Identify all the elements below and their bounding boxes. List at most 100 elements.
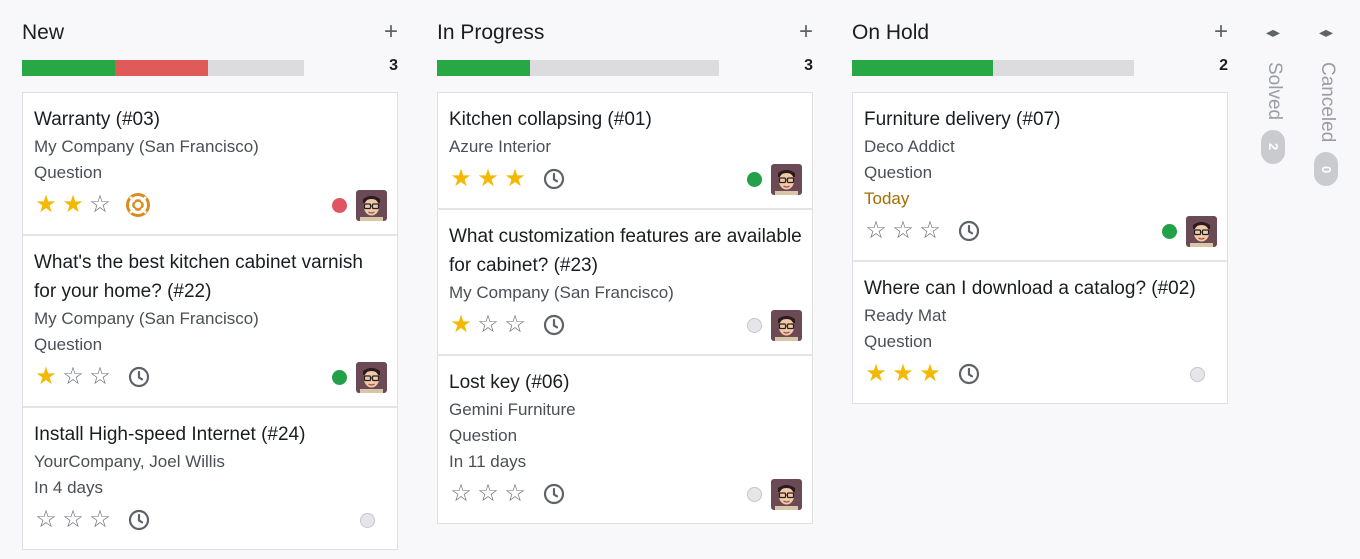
star-icon[interactable]: ★ <box>918 362 942 386</box>
card-detail: My Company (San Francisco) <box>449 283 674 302</box>
ticket-card[interactable]: Install High-speed Internet (#24) YourCom… <box>23 408 397 549</box>
star-icon[interactable]: ☆ <box>34 508 58 532</box>
card-detail: YourCompany, Joel Willis <box>34 452 225 471</box>
star-icon[interactable]: ★ <box>449 167 473 191</box>
priority-stars: ★ ☆ ☆ <box>34 365 112 389</box>
plus-icon[interactable]: + <box>384 20 398 44</box>
card-title: What customization features are availabl… <box>449 226 802 276</box>
star-icon[interactable]: ☆ <box>503 313 527 337</box>
priority-stars: ★ ☆ ☆ <box>449 313 527 337</box>
column-on-hold: On Hold +2 Furniture delivery (#07) Deco Ad… <box>852 18 1228 404</box>
progress-bar[interactable] <box>22 60 304 76</box>
status-dot[interactable] <box>332 370 347 385</box>
status-dot[interactable] <box>747 318 762 333</box>
plus-icon[interactable]: + <box>799 20 813 44</box>
star-icon[interactable]: ☆ <box>61 365 85 389</box>
card-detail: My Company (San Francisco) <box>34 137 259 156</box>
folded-column-label[interactable]: Solved <box>1261 62 1285 120</box>
card-footer: ★ ☆ ☆ <box>449 310 802 344</box>
star-icon[interactable]: ☆ <box>503 482 527 506</box>
card-title: What's the best kitchen cabinet varnish … <box>34 252 363 302</box>
folded-column-solved[interactable]: ◂▸ Solved 2 <box>1258 24 1288 165</box>
column-count: 3 <box>389 57 398 74</box>
ticket-card[interactable]: Warranty (#03) My Company (San Francisco)… <box>23 93 397 236</box>
lifebuoy-icon[interactable] <box>125 192 151 218</box>
priority-stars: ★ ★ ☆ <box>34 193 112 217</box>
clock-icon[interactable] <box>542 313 566 337</box>
deadline-label: Today <box>864 189 910 208</box>
star-icon[interactable]: ☆ <box>88 193 112 217</box>
avatar[interactable] <box>771 164 802 195</box>
star-icon[interactable]: ☆ <box>449 482 473 506</box>
column-count: 2 <box>1219 57 1228 74</box>
card-footer: ☆ ☆ ☆ <box>864 216 1217 250</box>
clock-icon[interactable] <box>542 167 566 191</box>
star-icon[interactable]: ★ <box>61 193 85 217</box>
star-icon[interactable]: ☆ <box>476 313 500 337</box>
priority-stars: ☆ ☆ ☆ <box>449 482 527 506</box>
progress-segment-green[interactable] <box>22 60 116 76</box>
clock-icon[interactable] <box>127 365 151 389</box>
avatar[interactable] <box>771 310 802 341</box>
plus-icon[interactable]: + <box>1214 20 1228 44</box>
ticket-card[interactable]: Furniture delivery (#07) Deco Addict Quest… <box>853 93 1227 262</box>
avatar[interactable] <box>771 479 802 510</box>
column-title: New <box>22 21 65 44</box>
avatar[interactable] <box>356 190 387 221</box>
card-detail: Question <box>34 163 103 182</box>
status-dot[interactable] <box>747 487 762 502</box>
clock-icon[interactable] <box>542 482 566 506</box>
progress-segment-green[interactable] <box>852 60 993 76</box>
status-dot[interactable] <box>1162 224 1177 239</box>
avatar[interactable] <box>356 362 387 393</box>
expand-arrows-icon[interactable]: ◂▸ <box>1311 24 1341 40</box>
star-icon[interactable]: ☆ <box>88 508 112 532</box>
expand-arrows-icon[interactable]: ◂▸ <box>1258 24 1288 40</box>
card-detail: Question <box>864 163 933 182</box>
progress-segment-red[interactable] <box>115 60 209 76</box>
status-dot[interactable] <box>332 198 347 213</box>
priority-stars: ☆ ☆ ☆ <box>34 508 112 532</box>
star-icon[interactable]: ★ <box>503 167 527 191</box>
star-icon[interactable]: ☆ <box>918 219 942 243</box>
star-icon[interactable]: ★ <box>34 193 58 217</box>
card-title: Furniture delivery (#07) <box>864 109 1061 130</box>
ticket-card[interactable]: What's the best kitchen cabinet varnish … <box>23 236 397 408</box>
star-icon[interactable]: ★ <box>34 365 58 389</box>
progress-bar[interactable] <box>852 60 1134 76</box>
ticket-card[interactable]: Kitchen collapsing (#01) Azure Interior ★ ★… <box>438 93 812 210</box>
card-title: Install High-speed Internet (#24) <box>34 424 306 445</box>
status-dot[interactable] <box>360 513 375 528</box>
card-detail: Azure Interior <box>449 137 552 156</box>
clock-icon[interactable] <box>957 219 981 243</box>
card-footer: ★ ☆ ☆ <box>34 362 387 396</box>
clock-icon[interactable] <box>127 508 151 532</box>
star-icon[interactable]: ☆ <box>61 508 85 532</box>
star-icon[interactable]: ☆ <box>864 219 888 243</box>
progress-bar[interactable] <box>437 60 719 76</box>
ticket-card[interactable]: Lost key (#06) Gemini Furniture Question In… <box>438 356 812 523</box>
card-footer: ★ ★ ★ <box>449 164 802 198</box>
star-icon[interactable]: ★ <box>864 362 888 386</box>
star-icon[interactable]: ★ <box>449 313 473 337</box>
status-dot[interactable] <box>747 172 762 187</box>
ticket-card[interactable]: Where can I download a catalog? (#02) Rea… <box>853 262 1227 403</box>
column-new: New +3 Warranty (#03) My Company (San Franc… <box>22 18 398 550</box>
star-icon[interactable]: ★ <box>476 167 500 191</box>
folded-column-canceled[interactable]: ◂▸ Canceled 0 <box>1311 24 1341 187</box>
star-icon[interactable]: ★ <box>891 362 915 386</box>
folded-column-count: 0 <box>1314 152 1338 187</box>
card-footer: ★ ★ ★ <box>864 359 1217 393</box>
star-icon[interactable]: ☆ <box>88 365 112 389</box>
star-icon[interactable]: ☆ <box>476 482 500 506</box>
avatar[interactable] <box>1186 216 1217 247</box>
clock-icon[interactable] <box>957 362 981 386</box>
progress-segment-green[interactable] <box>437 60 531 76</box>
column-title: In Progress <box>437 21 545 44</box>
folded-column-label[interactable]: Canceled <box>1314 62 1338 142</box>
card-detail: Question <box>449 426 518 445</box>
ticket-card[interactable]: What customization features are availabl… <box>438 210 812 356</box>
status-dot[interactable] <box>1190 367 1205 382</box>
star-icon[interactable]: ☆ <box>891 219 915 243</box>
column-count: 3 <box>804 57 813 74</box>
